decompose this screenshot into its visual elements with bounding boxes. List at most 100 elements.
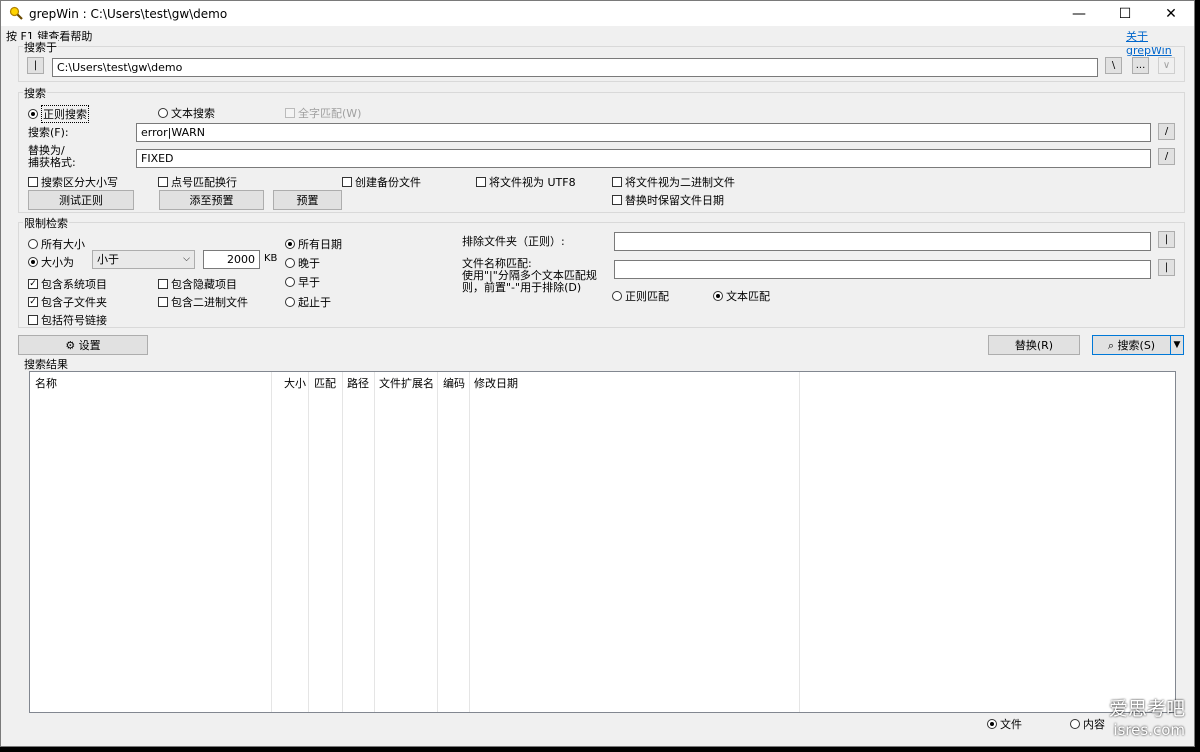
window-title: grepWin : C:\Users\test\gw\demo bbox=[29, 7, 228, 21]
check-icon: ✓ bbox=[28, 279, 38, 289]
preset-button[interactable]: 预置 bbox=[273, 190, 342, 210]
keep-date-checkbox[interactable]: 替换时保留文件日期 bbox=[612, 192, 724, 208]
size-unit-label: KB bbox=[264, 253, 278, 264]
search-regex-helper-button[interactable]: / bbox=[1158, 123, 1175, 140]
column-header: 路径 bbox=[347, 377, 369, 390]
whole-word-checkbox[interactable]: 全字匹配(W) bbox=[285, 105, 361, 121]
include-hidden-label: 包含隐藏项目 bbox=[171, 278, 237, 291]
treat-utf8-label: 将文件视为 UTF8 bbox=[489, 176, 576, 189]
treat-utf8-checkbox[interactable]: 将文件视为 UTF8 bbox=[476, 174, 576, 190]
newer-than-label: 晚于 bbox=[298, 257, 320, 270]
show-files-label: 文件 bbox=[1000, 718, 1022, 731]
exclude-dirs-label: 排除文件夹（正则）: bbox=[462, 235, 565, 248]
close-button[interactable]: ✕ bbox=[1148, 1, 1194, 26]
test-regex-button[interactable]: 测试正则 bbox=[28, 190, 134, 210]
column-header: 名称 bbox=[35, 377, 57, 390]
checkbox-indicator bbox=[28, 315, 38, 325]
exclude-dirs-pipe-button[interactable]: | bbox=[1158, 231, 1175, 248]
path-history-dropdown[interactable]: ∨ bbox=[1158, 57, 1175, 74]
maximize-button[interactable]: ☐ bbox=[1102, 1, 1148, 26]
text-match-label: 文本匹配 bbox=[726, 290, 770, 303]
replace-regex-helper-button[interactable]: / bbox=[1158, 148, 1175, 165]
column-header: 文件扩展名 bbox=[379, 377, 434, 390]
column-size[interactable]: 大小 bbox=[272, 372, 309, 712]
checkbox-indicator bbox=[476, 177, 486, 187]
column-modified-date[interactable]: 修改日期 bbox=[470, 372, 800, 712]
size-operator-value: 小于 bbox=[97, 253, 119, 266]
all-sizes-label: 所有大小 bbox=[41, 238, 85, 251]
radio-indicator bbox=[285, 297, 295, 307]
grepwin-window: grepWin : C:\Users\test\gw\demo — ☐ ✕ 按 … bbox=[0, 0, 1195, 747]
case-sensitive-label: 搜索区分大小写 bbox=[41, 176, 118, 189]
text-search-radio[interactable]: 文本搜索 bbox=[158, 105, 215, 121]
browse-button[interactable]: ... bbox=[1132, 57, 1149, 74]
column-encoding[interactable]: 编码 bbox=[438, 372, 470, 712]
case-sensitive-checkbox[interactable]: 搜索区分大小写 bbox=[28, 174, 118, 190]
size-is-radio[interactable]: 大小为 bbox=[28, 254, 74, 270]
include-binary-label: 包含二进制文件 bbox=[171, 296, 248, 309]
include-subfolders-checkbox[interactable]: ✓ 包含子文件夹 bbox=[28, 294, 107, 310]
show-files-radio[interactable]: 文件 bbox=[987, 716, 1022, 732]
all-sizes-radio[interactable]: 所有大小 bbox=[28, 236, 85, 252]
regex-match-radio[interactable]: 正则匹配 bbox=[612, 288, 669, 304]
file-match-pipe-button[interactable]: | bbox=[1158, 259, 1175, 276]
settings-button[interactable]: ⚙ 设置 bbox=[18, 335, 148, 355]
size-value-input[interactable]: 2000 bbox=[203, 250, 260, 269]
between-dates-radio[interactable]: 起止于 bbox=[285, 294, 331, 310]
magnifier-icon bbox=[9, 6, 23, 20]
create-backup-label: 创建备份文件 bbox=[355, 176, 421, 189]
show-content-radio[interactable]: 内容 bbox=[1070, 716, 1105, 732]
search-dropdown-button[interactable]: ▼ bbox=[1170, 335, 1184, 355]
check-icon: ✓ bbox=[28, 297, 38, 307]
watermark-line1: 爱思考吧 bbox=[1108, 698, 1185, 720]
column-extension[interactable]: 文件扩展名 bbox=[375, 372, 438, 712]
include-binary-checkbox[interactable]: 包含二进制文件 bbox=[158, 294, 248, 310]
treat-binary-checkbox[interactable]: 将文件视为二进制文件 bbox=[612, 174, 735, 190]
include-symlinks-checkbox[interactable]: 包括符号链接 bbox=[28, 312, 107, 328]
column-matches[interactable]: 匹配 bbox=[309, 372, 343, 712]
regex-search-label: 正则搜索 bbox=[41, 105, 89, 123]
add-preset-button[interactable]: 添至预置 bbox=[159, 190, 264, 210]
between-dates-label: 起止于 bbox=[298, 296, 331, 309]
search-path-input[interactable]: C:\Users\test\gw\demo bbox=[52, 58, 1098, 77]
checkbox-indicator bbox=[28, 177, 38, 187]
text-match-radio[interactable]: 文本匹配 bbox=[713, 288, 770, 304]
radio-indicator bbox=[987, 719, 997, 729]
newer-than-radio[interactable]: 晚于 bbox=[285, 255, 320, 271]
dot-newline-checkbox[interactable]: 点号匹配换行 bbox=[158, 174, 237, 190]
checkbox-indicator bbox=[612, 177, 622, 187]
radio-indicator bbox=[285, 258, 295, 268]
column-name[interactable]: 名称 bbox=[30, 372, 272, 712]
path-toggle-button[interactable]: | bbox=[27, 57, 44, 74]
treat-binary-label: 将文件视为二进制文件 bbox=[625, 176, 735, 189]
exclude-dirs-input[interactable] bbox=[614, 232, 1151, 251]
size-operator-select[interactable]: 小于 ⌵ bbox=[92, 250, 195, 269]
regex-search-radio[interactable]: 正则搜索 bbox=[28, 105, 89, 123]
replace-button[interactable]: 替换(R) bbox=[988, 335, 1080, 355]
search-group-label: 搜索 bbox=[23, 85, 47, 101]
radio-indicator bbox=[285, 239, 295, 249]
all-dates-radio[interactable]: 所有日期 bbox=[285, 236, 342, 252]
search-in-label: 搜索于 bbox=[23, 39, 58, 55]
checkbox-indicator bbox=[285, 108, 295, 118]
minimize-button[interactable]: — bbox=[1056, 1, 1102, 26]
file-match-input[interactable] bbox=[614, 260, 1151, 279]
results-list[interactable]: 名称 大小 匹配 路径 文件扩展名 编码 修改日期 bbox=[29, 371, 1176, 713]
search-button[interactable]: ⌕ 搜索(S) bbox=[1092, 335, 1171, 355]
whole-word-label: 全字匹配(W) bbox=[298, 107, 362, 120]
checkbox-indicator bbox=[158, 279, 168, 289]
older-than-radio[interactable]: 早于 bbox=[285, 274, 320, 290]
column-path[interactable]: 路径 bbox=[343, 372, 375, 712]
radio-indicator bbox=[1070, 719, 1080, 729]
replace-label-line2: 捕获格式: bbox=[28, 156, 76, 169]
create-backup-checkbox[interactable]: 创建备份文件 bbox=[342, 174, 421, 190]
keep-date-label: 替换时保留文件日期 bbox=[625, 194, 724, 207]
file-match-label-line3: 则，前置"-"用于排除(D) bbox=[462, 281, 582, 294]
column-header: 编码 bbox=[443, 377, 465, 390]
include-hidden-checkbox[interactable]: 包含隐藏项目 bbox=[158, 276, 237, 292]
column-header: 修改日期 bbox=[474, 377, 518, 390]
include-system-checkbox[interactable]: ✓ 包含系统项目 bbox=[28, 276, 107, 292]
replace-text-input[interactable]: FIXED bbox=[136, 149, 1151, 168]
search-text-input[interactable]: error|WARN bbox=[136, 123, 1151, 142]
backslash-button[interactable]: \ bbox=[1105, 57, 1122, 74]
